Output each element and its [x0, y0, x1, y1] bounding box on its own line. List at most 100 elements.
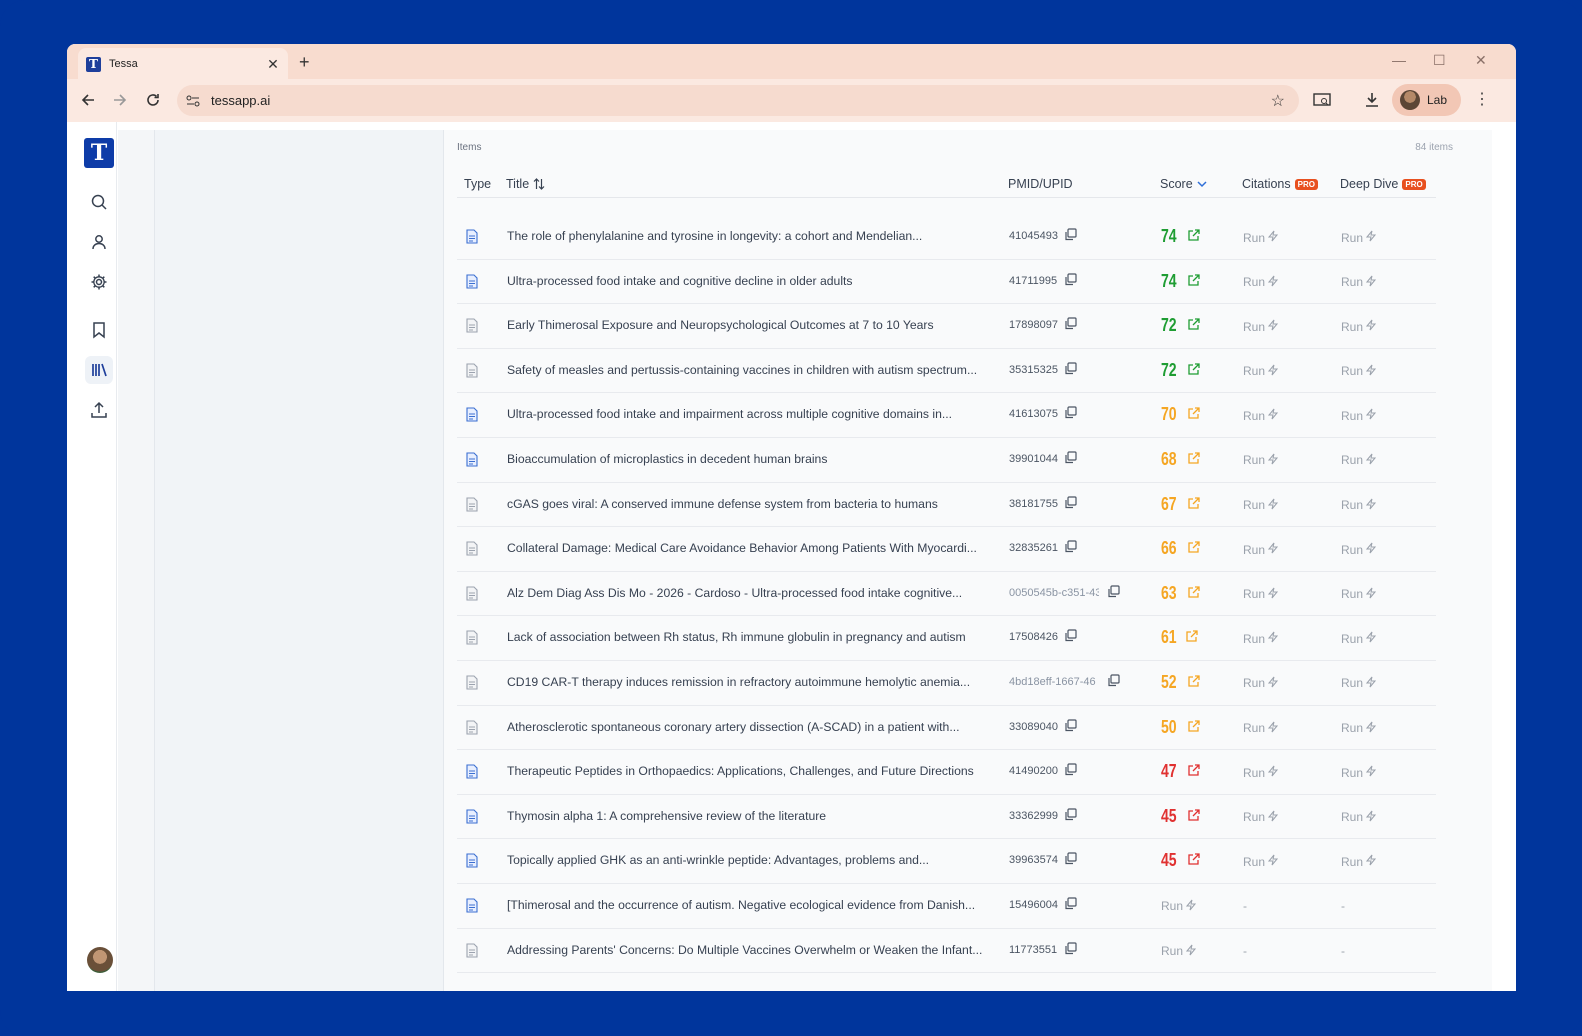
header-score[interactable]: Score — [1160, 177, 1207, 191]
citations-run-button[interactable]: Run — [1243, 364, 1279, 379]
deep-dive-run-button[interactable]: Run — [1341, 542, 1377, 557]
external-link-icon[interactable] — [1185, 630, 1198, 643]
table-row[interactable]: Thymosin alpha 1: A comprehensive review… — [457, 795, 1436, 840]
item-title[interactable]: Bioaccumulation of microplastics in dece… — [507, 452, 997, 466]
maximize-icon[interactable]: ☐ — [1433, 52, 1446, 69]
citations-run-button[interactable]: Run — [1243, 319, 1279, 334]
copy-icon[interactable] — [1064, 228, 1078, 242]
table-row[interactable]: Therapeutic Peptides in Orthopaedics: Ap… — [457, 750, 1436, 795]
user-avatar[interactable] — [87, 947, 113, 973]
url-text[interactable]: tessapp.ai — [211, 93, 270, 108]
item-title[interactable]: Alz Dem Diag Ass Dis Mo - 2026 - Cardoso… — [507, 586, 997, 600]
deep-dive-run-button[interactable]: Run — [1341, 230, 1377, 245]
citations-run-button[interactable]: Run — [1243, 275, 1279, 290]
citations-run-button[interactable]: Run — [1243, 631, 1279, 646]
citations-run-button[interactable]: Run — [1243, 230, 1279, 245]
external-link-icon[interactable] — [1187, 229, 1200, 242]
new-tab-button[interactable]: + — [299, 52, 310, 73]
back-icon[interactable] — [77, 89, 99, 111]
download-icon[interactable] — [1361, 89, 1383, 111]
address-bar[interactable]: tessapp.ai ☆ — [177, 85, 1299, 116]
item-title[interactable]: Ultra-processed food intake and cognitiv… — [507, 274, 997, 288]
copy-icon[interactable] — [1064, 272, 1078, 287]
item-title[interactable]: CD19 CAR-T therapy induces remission in … — [507, 675, 997, 689]
deep-dive-run-button[interactable]: Run — [1341, 587, 1377, 602]
copy-icon[interactable] — [1064, 852, 1078, 866]
item-title[interactable]: cGAS goes viral: A conserved immune defe… — [507, 497, 997, 511]
external-link-icon[interactable] — [1187, 541, 1200, 554]
external-link-icon[interactable] — [1187, 586, 1200, 599]
table-row[interactable]: Ultra-processed food intake and impairme… — [457, 393, 1436, 438]
gear-icon[interactable] — [85, 268, 113, 296]
citations-run-button[interactable]: Run — [1243, 498, 1279, 513]
sort-icon[interactable] — [533, 178, 545, 190]
copy-icon[interactable] — [1064, 941, 1078, 956]
table-row[interactable]: Topically applied GHK as an anti-wrinkle… — [457, 839, 1436, 884]
upload-icon[interactable] — [85, 396, 113, 424]
item-title[interactable]: The role of phenylalanine and tyrosine i… — [507, 229, 997, 243]
score-run-button[interactable]: Run — [1161, 899, 1197, 914]
external-link-icon[interactable] — [1187, 809, 1200, 822]
bookmark-icon[interactable] — [85, 316, 113, 344]
table-row[interactable]: CD19 CAR-T therapy induces remission in … — [457, 661, 1436, 706]
search-icon[interactable] — [85, 188, 113, 216]
bookmark-star-icon[interactable]: ☆ — [1271, 91, 1285, 111]
deep-dive-run-button[interactable]: Run — [1341, 319, 1377, 334]
browser-menu-icon[interactable]: ⋮ — [1474, 89, 1490, 109]
copy-icon[interactable] — [1064, 406, 1078, 420]
close-window-icon[interactable]: ✕ — [1475, 52, 1487, 69]
deep-dive-run-button[interactable]: Run — [1341, 854, 1377, 869]
item-title[interactable]: Therapeutic Peptides in Orthopaedics: Ap… — [507, 764, 997, 778]
item-title[interactable]: Early Thimerosal Exposure and Neuropsych… — [507, 318, 997, 332]
item-title[interactable]: Collateral Damage: Medical Care Avoidanc… — [507, 541, 997, 555]
item-title[interactable]: Lack of association between Rh status, R… — [507, 630, 997, 644]
external-link-icon[interactable] — [1187, 764, 1200, 777]
citations-run-button[interactable]: Run — [1243, 810, 1279, 825]
table-row[interactable]: cGAS goes viral: A conserved immune defe… — [457, 483, 1436, 528]
header-title[interactable]: Title — [506, 177, 545, 191]
deep-dive-run-button[interactable]: Run — [1341, 498, 1377, 513]
chevron-down-icon[interactable] — [1197, 180, 1207, 188]
table-row[interactable]: Collateral Damage: Medical Care Avoidanc… — [457, 527, 1436, 572]
external-link-icon[interactable] — [1187, 719, 1200, 733]
deep-dive-run-button[interactable]: Run — [1341, 631, 1377, 646]
deep-dive-run-button[interactable]: Run — [1341, 765, 1377, 780]
citations-run-button[interactable]: Run — [1243, 587, 1279, 602]
external-link-icon[interactable] — [1187, 496, 1200, 510]
deep-dive-run-button[interactable]: Run — [1341, 408, 1377, 423]
item-title[interactable]: Thymosin alpha 1: A comprehensive review… — [507, 809, 997, 823]
score-run-button[interactable]: Run — [1161, 944, 1197, 959]
table-row[interactable]: Safety of measles and pertussis-containi… — [457, 349, 1436, 394]
citations-run-button[interactable]: Run — [1243, 453, 1279, 468]
copy-icon[interactable] — [1064, 629, 1078, 643]
table-row[interactable]: Atherosclerotic spontaneous coronary art… — [457, 706, 1436, 751]
item-title[interactable]: Ultra-processed food intake and impairme… — [507, 407, 997, 421]
external-link-icon[interactable] — [1187, 452, 1200, 465]
table-row[interactable]: Lack of association between Rh status, R… — [457, 616, 1436, 661]
reading-mode-icon[interactable] — [1311, 89, 1333, 111]
citations-run-button[interactable]: Run — [1243, 408, 1279, 423]
copy-icon[interactable] — [1064, 763, 1078, 777]
library-icon[interactable] — [85, 356, 113, 384]
deep-dive-run-button[interactable]: Run — [1341, 275, 1377, 290]
browser-tab[interactable]: T Tessa ✕ — [78, 48, 288, 80]
item-title[interactable]: Atherosclerotic spontaneous coronary art… — [507, 720, 997, 734]
citations-run-button[interactable]: Run — [1243, 676, 1279, 691]
deep-dive-run-button[interactable]: Run — [1341, 721, 1377, 736]
tessa-logo[interactable]: T — [84, 138, 114, 168]
copy-icon[interactable] — [1107, 674, 1121, 688]
copy-icon[interactable] — [1064, 897, 1078, 911]
reload-icon[interactable] — [142, 89, 164, 111]
external-link-icon[interactable] — [1187, 853, 1200, 866]
external-link-icon[interactable] — [1187, 273, 1200, 287]
copy-icon[interactable] — [1064, 718, 1078, 733]
table-row[interactable]: Bioaccumulation of microplastics in dece… — [457, 438, 1436, 483]
citations-run-button[interactable]: Run — [1243, 542, 1279, 557]
site-info-icon[interactable] — [185, 93, 201, 109]
item-title[interactable]: Safety of measles and pertussis-containi… — [507, 363, 997, 377]
copy-icon[interactable] — [1064, 495, 1078, 510]
table-row[interactable]: Alz Dem Diag Ass Dis Mo - 2026 - Cardoso… — [457, 572, 1436, 617]
citations-run-button[interactable]: Run — [1243, 721, 1279, 736]
copy-icon[interactable] — [1064, 362, 1078, 376]
copy-icon[interactable] — [1107, 585, 1121, 599]
